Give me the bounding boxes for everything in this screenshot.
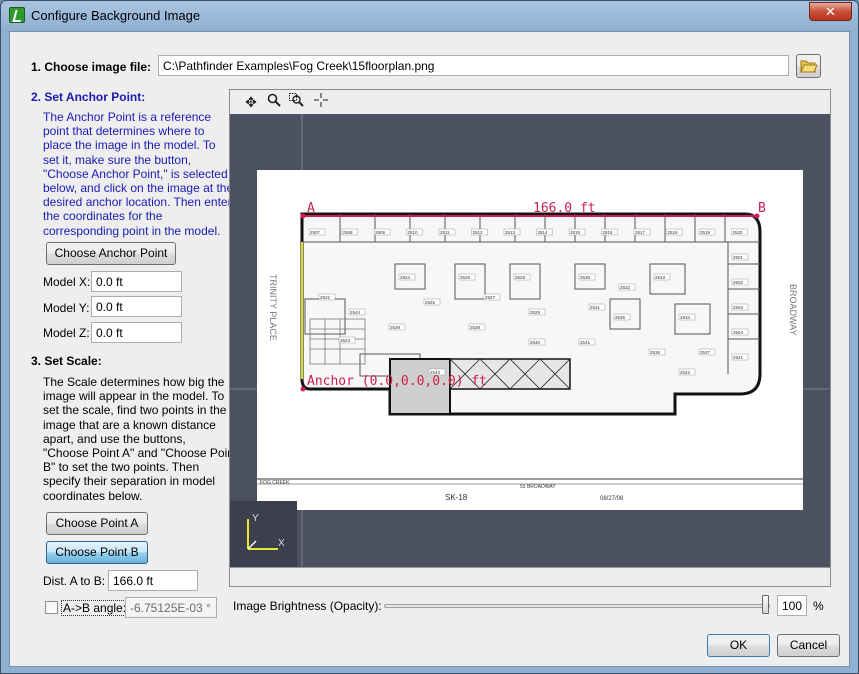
title-bar[interactable]: Configure Background Image ✕ <box>1 1 858 31</box>
image-viewer: ✥ TRINITY PLACE BROADWAY 2507 2508 2509 … <box>229 89 831 587</box>
room-number: 2529 <box>530 310 541 315</box>
room-number: 2515 <box>570 230 581 235</box>
room-number: 2508 <box>343 230 354 235</box>
room-number: 2536 <box>650 350 661 355</box>
dialog-window: Configure Background Image ✕ 1. Choose i… <box>0 0 859 674</box>
room-number: 2540 <box>530 340 541 345</box>
room-number: 2517 <box>635 230 646 235</box>
floorplan-image[interactable]: TRINITY PLACE BROADWAY 2507 2508 2509 2510 2… <box>230 114 830 567</box>
room-number: 2526 <box>460 275 471 280</box>
street-right-label: BROADWAY <box>788 284 798 336</box>
model-x-label: Model X: <box>43 275 91 289</box>
choose-image-label: 1. Choose image file: <box>31 60 152 74</box>
distance-label: Dist. A to B: <box>43 574 106 588</box>
model-z-field[interactable]: 0.0 ft <box>91 322 182 343</box>
room-number: 2511 <box>440 230 450 235</box>
room-number: 2518 <box>668 230 679 235</box>
room-number: 2534 <box>680 315 691 320</box>
angle-label[interactable]: A->B angle: <box>61 600 129 616</box>
model-y-label: Model Y: <box>43 301 90 315</box>
room-number: 2537 <box>700 350 711 355</box>
room-number: 2539 <box>390 325 401 330</box>
angle-checkbox[interactable] <box>45 601 58 614</box>
dialog-content: 1. Choose image file: C:\Pathfinder Exam… <box>9 31 850 667</box>
room-number: 2520 <box>733 230 744 235</box>
move-icon[interactable]: ✥ <box>242 93 260 111</box>
app-icon <box>9 7 25 23</box>
room-number: 2512 <box>473 230 484 235</box>
room-number: 2522 <box>320 295 331 300</box>
axis-x-label: X <box>278 538 285 549</box>
street-left-label: TRINITY PLACE <box>268 274 278 341</box>
room-number: 2516 <box>603 230 614 235</box>
room-number: 2509 <box>375 230 386 235</box>
room-number: 2533 <box>655 275 666 280</box>
room-number: 2542 <box>680 370 691 375</box>
anchor-marker: Anchor (0.0,0.0,0.0) ft <box>307 374 487 389</box>
room-number: 2514 <box>538 230 549 235</box>
room-number: 2535 <box>615 315 626 320</box>
room-number: 2504 <box>733 330 744 335</box>
room-number: 2521 <box>733 355 744 360</box>
room-number: 2525 <box>425 300 436 305</box>
anchor-point-heading: 2. Set Anchor Point: <box>31 90 146 104</box>
room-number: 2513 <box>505 230 516 235</box>
crosshair-icon[interactable] <box>312 93 330 111</box>
point-b-marker: B <box>758 201 766 216</box>
model-x-field[interactable]: 0.0 ft <box>91 271 182 292</box>
folder-open-icon <box>799 60 818 73</box>
brightness-value-field[interactable]: 100 <box>777 595 807 616</box>
room-number: 2538 <box>470 325 481 330</box>
date-label: 08/27/08 <box>600 496 624 502</box>
image-file-field[interactable]: C:\Pathfinder Examples\Fog Creek\15floor… <box>158 55 789 76</box>
model-y-field[interactable]: 0.0 ft <box>91 296 182 317</box>
room-number: 2502 <box>733 280 744 285</box>
distance-marker: 166.0 ft <box>533 201 596 216</box>
choose-point-a-button[interactable]: Choose Point A <box>46 512 148 535</box>
window-title: Configure Background Image <box>31 8 201 23</box>
room-number: 2530 <box>580 275 591 280</box>
axis-y-label: Y <box>252 513 259 524</box>
zoom-icon[interactable] <box>265 93 283 111</box>
room-number: 2523 <box>340 338 351 343</box>
close-button[interactable]: ✕ <box>809 2 852 21</box>
browse-button[interactable] <box>796 54 821 78</box>
scale-description: The Scale determines how big the image w… <box>43 375 238 503</box>
room-number: 2519 <box>700 230 711 235</box>
room-number: 2510 <box>408 230 419 235</box>
brightness-slider-track[interactable] <box>384 604 770 608</box>
zoom-region-icon[interactable] <box>288 93 306 111</box>
distance-field[interactable]: 166.0 ft <box>108 570 198 591</box>
point-a-marker: A <box>307 201 315 216</box>
viewer-status-bar <box>230 567 830 586</box>
address-label: 55 BROADWAY <box>520 484 556 490</box>
room-number: 2524 <box>400 275 411 280</box>
room-number: 2507 <box>310 230 321 235</box>
room-number: 2527 <box>485 295 496 300</box>
room-number: 2541 <box>580 340 591 345</box>
room-number: 2503 <box>733 305 744 310</box>
room-number: 2544 <box>350 310 361 315</box>
choose-anchor-button[interactable]: Choose Anchor Point <box>46 242 176 265</box>
viewer-toolbar: ✥ <box>230 90 830 114</box>
brightness-unit: % <box>813 599 824 613</box>
room-number: 2531 <box>590 305 601 310</box>
set-scale-heading: 3. Set Scale: <box>31 354 102 368</box>
room-number: 2501 <box>733 255 744 260</box>
room-number: 2532 <box>620 285 631 290</box>
angle-field: -6.75125E-03 ° <box>125 597 217 618</box>
company-label: FOG CREEK <box>260 480 290 486</box>
room-number: 2528 <box>515 275 526 280</box>
anchor-description: The Anchor Point is a reference point th… <box>43 110 234 238</box>
ok-button[interactable]: OK <box>707 634 770 657</box>
brightness-slider-thumb[interactable] <box>762 595 769 614</box>
cancel-button[interactable]: Cancel <box>777 634 840 657</box>
choose-point-b-button[interactable]: Choose Point B <box>46 541 148 564</box>
model-z-label: Model Z: <box>43 326 90 340</box>
brightness-label: Image Brightness (Opacity): <box>233 599 382 613</box>
sheet-label: SK-18 <box>445 493 468 502</box>
image-canvas[interactable]: TRINITY PLACE BROADWAY 2507 2508 2509 2510 2… <box>230 114 830 567</box>
